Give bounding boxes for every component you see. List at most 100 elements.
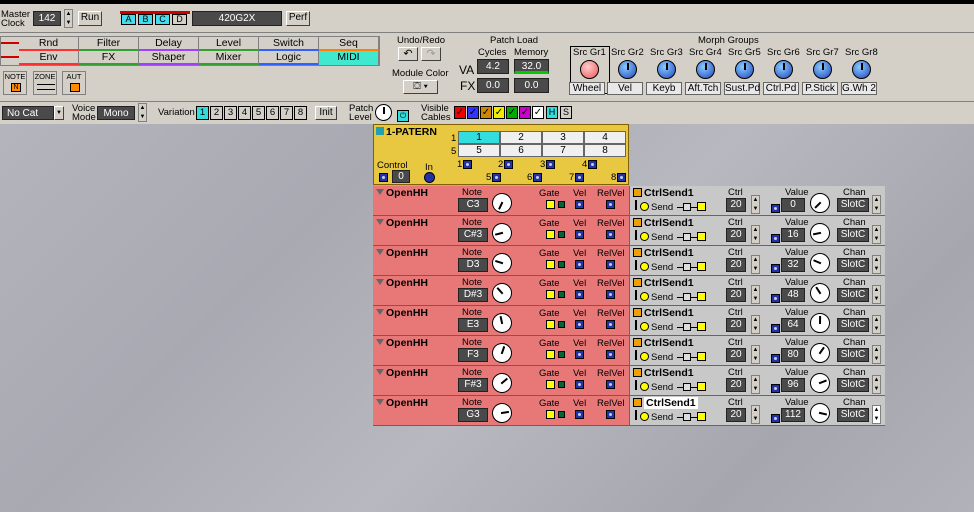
relvel-port[interactable]: [606, 260, 615, 269]
morph-source-1[interactable]: Wheel: [569, 82, 605, 95]
redo-button[interactable]: ↷: [421, 47, 441, 61]
ctrlsend-module[interactable]: CtrlSend1 Send Ctrl 20 ▲ ▼ Value 32 Chan …: [629, 246, 885, 277]
note-value-display[interactable]: G3: [458, 408, 488, 422]
value-port[interactable]: [771, 414, 780, 423]
pattern-cell-1[interactable]: 1: [458, 131, 500, 144]
value-display[interactable]: 80: [781, 348, 805, 362]
pattern-out-port[interactable]: [575, 173, 584, 182]
init-button[interactable]: Init: [315, 106, 337, 120]
ctrl-value-display[interactable]: 20: [726, 228, 746, 242]
note-module[interactable]: OpenHH Note C#3 Gate Vel RelVel: [373, 216, 629, 246]
vel-port[interactable]: [575, 200, 584, 209]
patch-level-knob[interactable]: [375, 104, 392, 121]
gate-port[interactable]: [546, 260, 555, 269]
note-value-display[interactable]: D#3: [458, 288, 488, 302]
value-port[interactable]: [771, 324, 780, 333]
value-knob[interactable]: [808, 221, 832, 245]
gate-port[interactable]: [546, 380, 555, 389]
note-knob[interactable]: [490, 311, 514, 335]
tab-seq[interactable]: Seq: [319, 37, 379, 51]
pattern-cell-8[interactable]: 8: [584, 144, 626, 157]
slot-a[interactable]: A: [121, 14, 136, 25]
cable-s-toggle[interactable]: S: [560, 106, 572, 119]
chan-spinner[interactable]: ▲ ▼: [872, 255, 881, 274]
value-knob[interactable]: [807, 370, 833, 396]
cable-color-toggle[interactable]: ✓: [454, 106, 466, 119]
send-output-port[interactable]: [697, 412, 706, 421]
undo-button[interactable]: ↶: [398, 47, 418, 61]
pattern-out-port[interactable]: [463, 160, 472, 169]
category-select[interactable]: No Cat: [2, 106, 54, 120]
note-module-icon[interactable]: NOTE N: [3, 71, 27, 95]
chan-spinner[interactable]: ▲ ▼: [872, 345, 881, 364]
relvel-port[interactable]: [606, 380, 615, 389]
vel-port[interactable]: [575, 260, 584, 269]
chan-spinner[interactable]: ▲ ▼: [872, 375, 881, 394]
patch-name-display[interactable]: 420G2X: [192, 11, 282, 26]
variation-6-button[interactable]: 6: [266, 106, 279, 120]
cable-h-toggle[interactable]: H: [546, 106, 558, 119]
ctrl-value-display[interactable]: 20: [726, 378, 746, 392]
note-module[interactable]: OpenHH Note D#3 Gate Vel RelVel: [373, 276, 629, 308]
variation-7-button[interactable]: 7: [280, 106, 293, 120]
ctrlsend-module[interactable]: CtrlSend1 Send Ctrl 20 ▲ ▼ Value 80 Chan …: [629, 336, 885, 367]
ctrlsend-module[interactable]: CtrlSend1 Send Ctrl 20 ▲ ▼ Value 96 Chan …: [629, 366, 885, 396]
pattern-out-port[interactable]: [492, 173, 501, 182]
value-display[interactable]: 32: [781, 258, 805, 272]
pattern-cell-5[interactable]: 5: [458, 144, 500, 157]
ctrlsend-module[interactable]: CtrlSend1 Send Ctrl 20 ▲ ▼ Value 64 Chan …: [629, 306, 885, 336]
tab-level[interactable]: Level: [199, 37, 259, 51]
ctrl-spinner[interactable]: ▲ ▼: [751, 225, 760, 244]
send-input-port[interactable]: [640, 262, 649, 271]
relvel-port[interactable]: [606, 290, 615, 299]
value-knob[interactable]: [806, 339, 834, 367]
ctrl-spinner[interactable]: ▲ ▼: [751, 405, 760, 424]
note-knob[interactable]: [488, 189, 516, 217]
value-port[interactable]: [771, 204, 780, 213]
module-menu-arrow[interactable]: [376, 369, 384, 375]
variation-2-button[interactable]: 2: [210, 106, 223, 120]
ctrl-spinner[interactable]: ▲ ▼: [751, 375, 760, 394]
relvel-port[interactable]: [606, 230, 615, 239]
variation-4-button[interactable]: 4: [238, 106, 251, 120]
gate-port[interactable]: [546, 230, 555, 239]
morph-knob-8[interactable]: [852, 60, 871, 79]
module-menu-arrow[interactable]: [376, 309, 384, 315]
module-menu-arrow[interactable]: [633, 278, 642, 287]
value-knob[interactable]: [808, 401, 832, 425]
ctrl-spinner[interactable]: ▲ ▼: [751, 195, 760, 214]
send-output-port[interactable]: [697, 202, 706, 211]
vel-port[interactable]: [575, 290, 584, 299]
module-menu-arrow[interactable]: [633, 398, 642, 407]
cable-color-toggle[interactable]: ✓: [493, 106, 505, 119]
gate-port[interactable]: [546, 350, 555, 359]
tab-rnd[interactable]: Rnd: [19, 37, 79, 51]
gate-port[interactable]: [546, 320, 555, 329]
ctrlsend-module[interactable]: CtrlSend1 Send Ctrl 20 ▲ ▼ Value 48 Chan …: [629, 276, 885, 307]
vel-port[interactable]: [575, 410, 584, 419]
send-input-port[interactable]: [640, 292, 649, 301]
note-knob[interactable]: [489, 250, 515, 276]
value-display[interactable]: 64: [781, 318, 805, 332]
send-output-port[interactable]: [697, 262, 706, 271]
tab-logic[interactable]: Logic: [259, 51, 319, 65]
send-input-port[interactable]: [640, 322, 649, 331]
send-input-port[interactable]: [640, 232, 649, 241]
module-menu-arrow[interactable]: [376, 189, 384, 195]
value-display[interactable]: 16: [781, 228, 805, 242]
send-output-port[interactable]: [697, 352, 706, 361]
ctrlsend-module[interactable]: CtrlSend1 Send Ctrl 20 ▲ ▼ Value 112 Chan…: [629, 396, 885, 426]
tab-mixer[interactable]: Mixer: [199, 51, 259, 65]
slot-d[interactable]: D: [172, 14, 187, 25]
note-knob[interactable]: [489, 340, 515, 366]
note-value-display[interactable]: D3: [458, 258, 488, 272]
note-module[interactable]: OpenHH Note D3 Gate Vel RelVel: [373, 246, 629, 276]
pattern-cell-6[interactable]: 6: [500, 144, 542, 157]
note-module[interactable]: OpenHH Note E3 Gate Vel RelVel: [373, 306, 629, 336]
tempo-display[interactable]: 142: [33, 11, 61, 26]
aut-module-icon[interactable]: AUT: [62, 71, 86, 95]
vel-port[interactable]: [575, 350, 584, 359]
module-color-button[interactable]: ⛋ ▾: [403, 80, 438, 94]
morph-source-2[interactable]: Vel: [607, 82, 643, 95]
value-port[interactable]: [771, 264, 780, 273]
